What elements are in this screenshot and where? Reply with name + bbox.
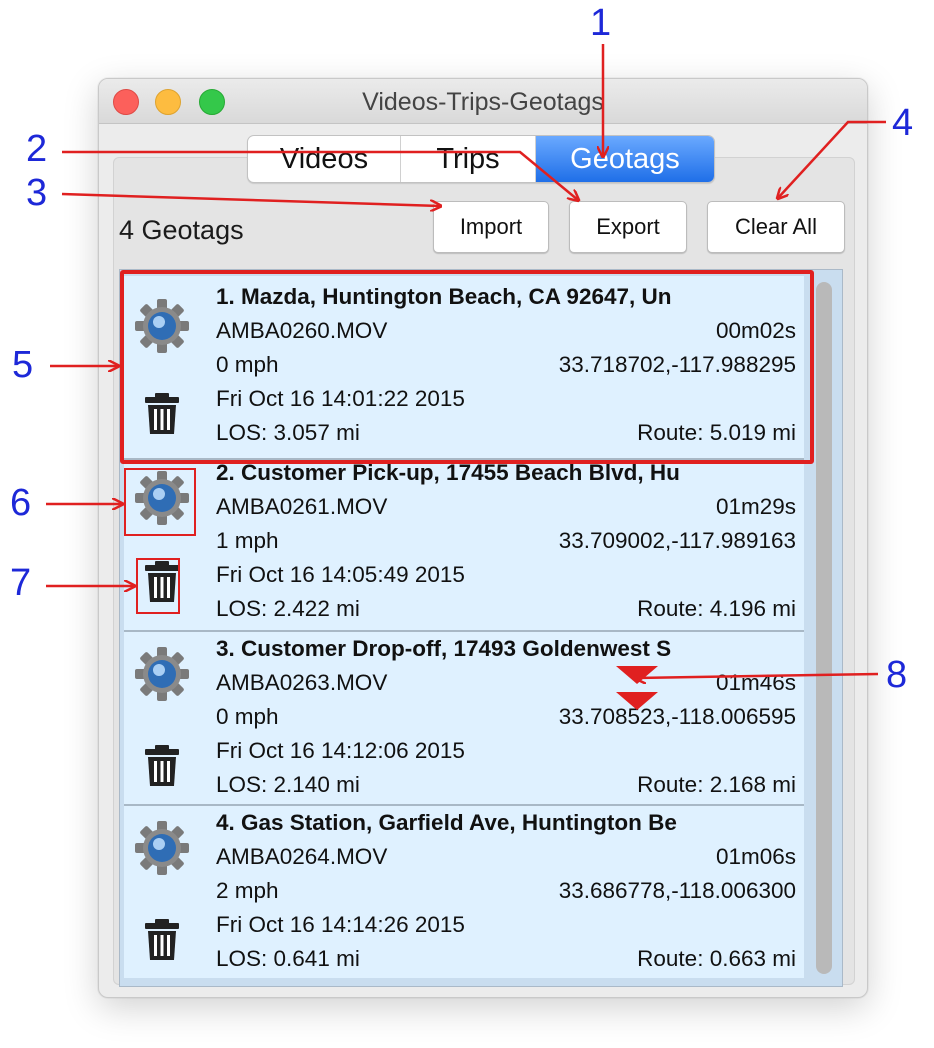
callout-arrow-3 [61,192,440,206]
callout-arrow-8 [636,674,879,678]
callout-number-4: 4 [892,102,914,144]
callout-number-3: 3 [26,172,48,214]
callout-number-6: 6 [10,482,32,524]
callout-arrow-2 [62,150,578,200]
callout-number-5: 5 [12,344,34,386]
callout-arrows [46,44,886,1048]
callout-number-2: 2 [26,128,48,170]
callout-number-7: 7 [10,562,32,604]
callout-number-8: 8 [886,654,908,696]
callout-number-1: 1 [590,2,612,44]
callout-arrow-4 [778,120,886,198]
